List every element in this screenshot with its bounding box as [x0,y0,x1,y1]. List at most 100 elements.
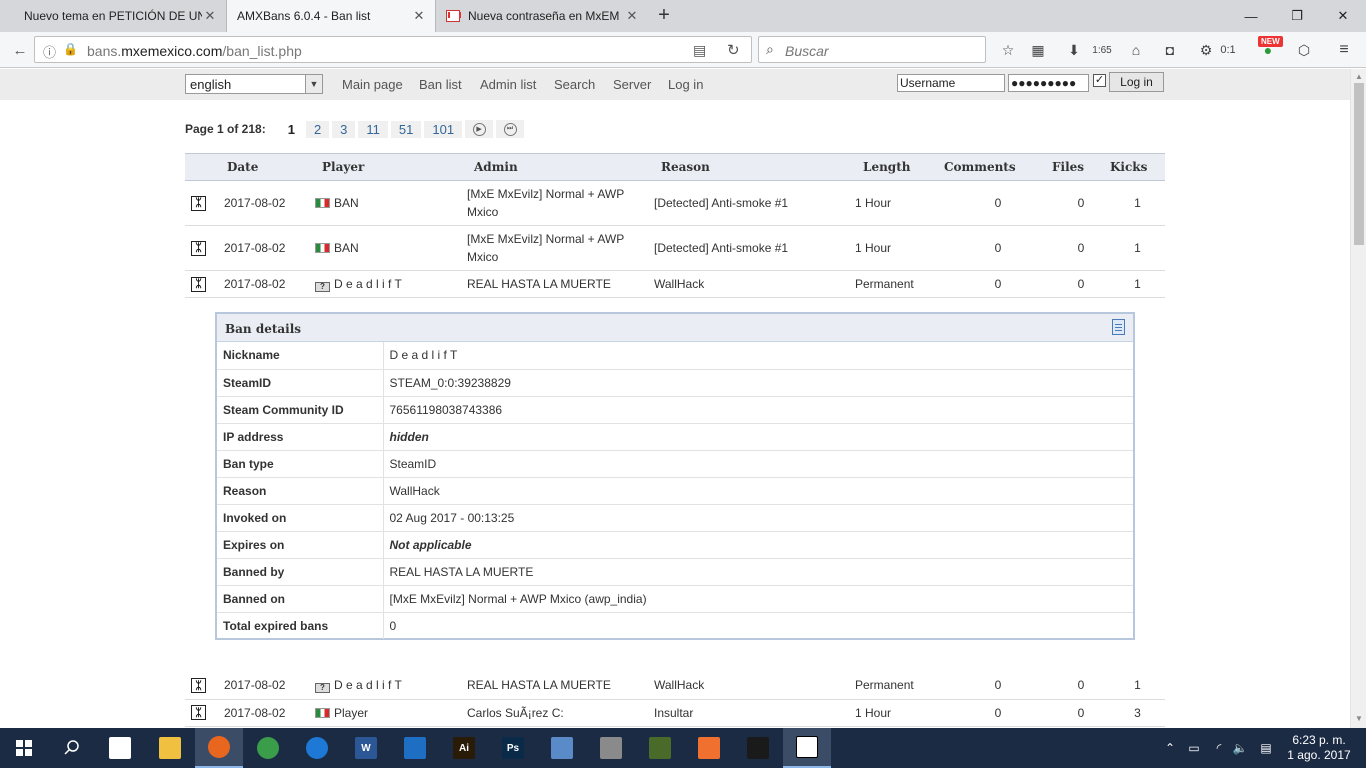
document-icon[interactable] [1112,319,1125,335]
remember-checkbox[interactable]: ✓ [1093,74,1106,87]
taskbar-file-explorer[interactable] [146,728,194,768]
header-date: Date [215,153,310,181]
table-row[interactable]: ᛯ 2017-08-02 BAN [MxE MxEvilz] Normal + … [185,180,1165,226]
insecure-lock-icon[interactable]: 🔒 [63,42,78,56]
shield-addon-icon[interactable]: ⬡ [1294,40,1314,60]
reader-view-icon[interactable]: ▤ [693,42,706,59]
start-button[interactable] [0,728,48,768]
taskbar-photoshop[interactable]: Ps [489,728,537,768]
steam-community-link[interactable]: 76561198038743386 [383,396,1133,424]
back-icon[interactable]: ← [8,38,32,62]
taskbar-app-frame[interactable] [391,728,439,768]
username-input[interactable]: Username [897,74,1005,92]
wifi-icon[interactable]: ◜ [1208,728,1230,768]
header-icon [185,153,215,181]
page-link[interactable]: 2 [305,120,330,138]
chevron-down-icon[interactable]: ▼ [305,75,322,93]
clock-date: 1 ago. 2017 [1287,748,1351,762]
home-icon[interactable]: ⌂ [1126,40,1146,60]
menu-main-page[interactable]: Main page [342,77,403,92]
extension-icon[interactable]: ⚙ [1196,40,1216,60]
unknown-flag-icon: ? [315,682,330,693]
cell-player: BAN [310,225,458,271]
taskbar-word[interactable]: W [342,728,390,768]
close-icon[interactable]: ✕ [411,8,427,24]
page-link[interactable]: 51 [390,120,422,138]
login-button[interactable]: Log in [1109,72,1164,92]
menu-admin-list[interactable]: Admin list [480,77,536,92]
page-link[interactable]: 11 [358,120,388,138]
scroll-up-icon[interactable]: ▲ [1355,72,1363,81]
taskbar-tools[interactable] [587,728,635,768]
taskbar-counter-strike[interactable] [783,728,831,768]
table-row-selected[interactable]: ᛯ 2017-08-02 ? D e a d l i f T REAL HASTA… [185,270,1165,298]
detail-value: SteamID [383,450,1133,478]
tab-nueva-contrasena[interactable]: Nueva contraseña en MxEM ✕ [436,0,648,32]
cstrike-icon: ᛯ [191,678,206,693]
new-tab-button[interactable]: + [652,4,676,28]
menu-log-in[interactable]: Log in [668,77,703,92]
url-bar[interactable]: ⓘ 🔒 bans.mxemexico.com/ban_list.php ▤ ↻ [34,36,752,63]
download-icon[interactable]: ⬇ [1064,40,1084,60]
close-window-button[interactable]: ✕ [1320,0,1366,32]
last-page-button[interactable]: ⏭ [496,120,525,138]
page-link[interactable]: 3 [332,120,356,138]
cell-date: 2017-08-02 [215,180,310,226]
bookmarks-list-icon[interactable]: ▦ [1028,40,1048,60]
scroll-down-icon[interactable]: ▼ [1355,714,1363,723]
taskbar-virtualbox[interactable] [538,728,586,768]
table-row[interactable]: ᛯ 2017-08-02 Player Carlos SuÃ¡rez C: In… [185,699,1165,727]
search-field[interactable]: ⌕ Buscar [758,36,986,63]
chevron-up-icon[interactable]: ⌃ [1160,728,1180,768]
taskbar-chrome[interactable] [244,728,292,768]
cell-comments: 0 [944,699,1052,727]
taskbar-edge[interactable] [293,728,341,768]
info-icon[interactable]: ⓘ [43,42,56,61]
cstrike-icon: ᛯ [191,276,206,292]
page-link[interactable]: 101 [424,120,463,138]
app-frame-icon [404,737,426,759]
cell-files: 0 [1052,180,1110,226]
site-topbar: english ▼ Main page Ban list Admin list … [0,69,1350,100]
next-page-button[interactable]: ▶ [465,120,494,138]
restore-button[interactable]: ❐ [1274,0,1320,32]
table-row[interactable]: ᛯ 2017-08-02 ? D e a d l i f T REAL HASTA… [185,672,1165,700]
search-taskbar-button[interactable] [48,728,96,768]
menu-server[interactable]: Server [613,77,651,92]
page-scrollbar[interactable]: ▲ ▼ [1350,69,1366,728]
cell-date: 2017-08-02 [215,699,310,727]
scrollbar-thumb[interactable] [1354,83,1364,245]
network-device-icon[interactable]: ▭ [1184,728,1204,768]
gmail-icon [446,10,461,22]
tab-amxbans[interactable]: AMXBans 6.0.4 - Ban list ✕ [226,0,436,32]
menu-ban-list[interactable]: Ban list [419,77,462,92]
reload-icon[interactable]: ↻ [727,41,740,59]
pocket-icon[interactable]: ◘ [1160,40,1180,60]
keyboard-icon[interactable]: ▤ [1256,728,1276,768]
steam-game-icon [649,737,671,759]
language-select[interactable]: english ▼ [185,74,323,94]
url-text[interactable]: bans.mxemexico.com/ban_list.php [87,43,302,59]
page-current: 1 [287,121,295,137]
minimize-button[interactable]: — [1228,0,1274,32]
table-row[interactable]: ᛯ 2017-08-02 BAN [MxE MxEvilz] Normal + … [185,225,1165,271]
system-clock[interactable]: 6:23 p. m. 1 ago. 2017 [1284,733,1354,763]
header-files: Files [1052,153,1110,181]
cstrike-icon: ᛯ [191,240,206,256]
taskbar-xampp[interactable] [685,728,733,768]
menu-search[interactable]: Search [554,77,595,92]
taskbar-firefox[interactable] [195,728,243,768]
tab-nuevo-tema[interactable]: Nuevo tema en PETICIÓN DE UN ✕ [14,0,226,32]
store-taskbar-button[interactable] [96,728,144,768]
bookmark-star-icon[interactable]: ☆ [998,40,1018,60]
close-icon[interactable]: ✕ [624,8,640,24]
taskbar-steam-game[interactable] [636,728,684,768]
taskbar-illustrator[interactable]: Ai [440,728,488,768]
unknown-flag-icon: ? [315,281,330,292]
close-icon[interactable]: ✕ [202,8,218,24]
volume-icon[interactable]: 🔈 [1230,728,1250,768]
detail-row: Banned by REAL HASTA LA MUERTE [217,558,1133,586]
hamburger-menu-icon[interactable]: ≡ [1334,40,1354,60]
password-input[interactable]: ●●●●●●●●● [1008,74,1089,92]
taskbar-photos[interactable] [734,728,782,768]
